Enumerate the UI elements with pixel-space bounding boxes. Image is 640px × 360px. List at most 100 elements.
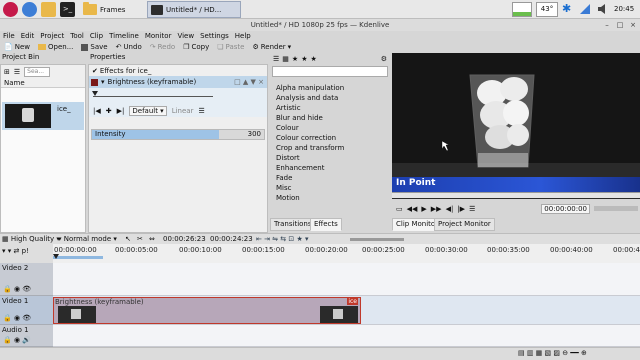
effect-category[interactable]: Blur and hide	[270, 113, 390, 123]
effect-category[interactable]: Misc	[270, 183, 390, 193]
zoom-icon[interactable]: ▭	[396, 205, 403, 213]
menu-view[interactable]: View	[174, 31, 197, 41]
monitor-menu-icon[interactable]: ☰	[469, 205, 475, 213]
monitor-timecode[interactable]: 00:00:00:00	[541, 203, 590, 214]
quality-select[interactable]: ▦ High Quality ▾	[2, 235, 60, 244]
track-settings-icon[interactable]: ▾ ▾ ⇄ p!	[2, 247, 29, 255]
open-button[interactable]: Open...	[34, 41, 77, 53]
forward-icon[interactable]: ▶▶	[431, 205, 442, 213]
track-controls[interactable]: 🔒 ◉ 👁	[3, 314, 31, 322]
render-button[interactable]: ⚙ Render ▾	[248, 41, 295, 53]
effect-category[interactable]: Enhancement	[270, 163, 390, 173]
taskbar-frames[interactable]: Frames	[79, 1, 145, 18]
tab-transitions[interactable]: Transitions	[270, 218, 316, 231]
track-lane-audio1[interactable]	[53, 325, 640, 347]
effect-category[interactable]: Motion	[270, 193, 390, 203]
track-controls[interactable]: 🔒 ◉ 🔊	[3, 336, 31, 344]
menu-monitor[interactable]: Monitor	[142, 31, 175, 41]
play-icon[interactable]: ▶	[421, 205, 426, 213]
keyframe-menu-icon[interactable]: ☰	[198, 107, 204, 115]
track-header-video1[interactable]: Video 1 🔒 ◉ 👁	[0, 296, 53, 325]
web-browser-icon[interactable]	[22, 2, 37, 17]
menu-timeline[interactable]: Timeline	[106, 31, 142, 41]
timeline-zoom-slider[interactable]	[350, 238, 404, 241]
track-lane-video1[interactable]: Brightness (keyframable) ice	[53, 296, 640, 325]
track-controls[interactable]: 🔒 ◉ 👁	[3, 285, 31, 293]
rewind-icon[interactable]: ◀◀	[407, 205, 418, 213]
frame-back-icon[interactable]: ◀|	[446, 205, 454, 213]
effect-category[interactable]: Artistic	[270, 103, 390, 113]
menu-settings[interactable]: Settings	[197, 31, 232, 41]
bin-clip-item[interactable]: ice_	[2, 102, 84, 130]
volume-icon[interactable]	[597, 3, 609, 15]
window-titlebar[interactable]: Untitled* / HD 1080p 25 fps — Kdenlive –…	[0, 19, 640, 31]
frame-forward-icon[interactable]: |▶	[457, 205, 465, 213]
status-tools[interactable]: ▤ ▥ ▦ ▧ ▨ ⊖ ━━ ⊕	[518, 349, 587, 357]
interp-select[interactable]: Linear	[172, 107, 194, 115]
effect-category[interactable]: Colour correction	[270, 133, 390, 143]
effect-category[interactable]: Alpha manipulation	[270, 83, 390, 93]
keyframe-strip[interactable]	[89, 88, 267, 104]
effects-search-input[interactable]	[272, 66, 388, 77]
close-icon[interactable]: ×	[629, 21, 637, 29]
menu-clip[interactable]: Clip	[87, 31, 106, 41]
grid-view-icon[interactable]: ▦	[282, 55, 289, 63]
save-button[interactable]: Save	[77, 41, 111, 53]
next-keyframe-icon[interactable]: ▶|	[117, 107, 125, 115]
minimize-icon[interactable]: –	[603, 21, 611, 29]
menu-tool[interactable]: Tool	[67, 31, 87, 41]
network-icon[interactable]	[579, 3, 591, 15]
copy-button[interactable]: ❐ Copy	[179, 41, 213, 53]
paste-button[interactable]: ❏ Paste	[213, 41, 248, 53]
monitor-ruler[interactable]	[392, 192, 640, 198]
new-button[interactable]: 📄 New	[0, 41, 34, 53]
undo-button[interactable]: ↶ Undo	[112, 41, 146, 53]
raspberry-menu-icon[interactable]	[3, 2, 18, 17]
favorite-icon[interactable]: ★	[310, 55, 316, 63]
effect-category[interactable]: Analysis and data	[270, 93, 390, 103]
playhead[interactable]	[53, 254, 59, 259]
effect-category[interactable]: Distort	[270, 153, 390, 163]
track-lane-video2[interactable]	[53, 263, 640, 296]
monitor-volume-slider[interactable]	[594, 206, 638, 211]
zone-marker[interactable]	[53, 256, 103, 259]
terminal-icon[interactable]: >_	[60, 2, 75, 17]
effect-enable-icon[interactable]	[91, 78, 98, 86]
tab-project-monitor[interactable]: Project Monitor	[434, 218, 495, 231]
collapse-icon[interactable]: ▾	[101, 78, 105, 86]
add-keyframe-icon[interactable]: ✚	[106, 107, 112, 115]
star-icon[interactable]: ★	[301, 55, 307, 63]
tab-effects[interactable]: Effects	[310, 218, 342, 231]
bluetooth-icon[interactable]: ✱	[562, 2, 571, 15]
menu-project[interactable]: Project	[37, 31, 67, 41]
bin-view-icon[interactable]: ☰	[14, 68, 20, 76]
timeline-ruler[interactable]: 00:00:00:00 00:00:05:00 00:00:10:00 00:0…	[53, 244, 640, 263]
menu-edit[interactable]: Edit	[18, 31, 38, 41]
menu-help[interactable]: Help	[232, 31, 254, 41]
effect-category[interactable]: Fade	[270, 173, 390, 183]
effects-checkbox[interactable]: ✔	[92, 67, 98, 75]
menu-file[interactable]: File	[0, 31, 18, 41]
effect-actions[interactable]: □ ▲ ▼ ×	[234, 78, 267, 86]
track-header-video2[interactable]: Video 2 🔒 ◉ 👁	[0, 263, 53, 296]
list-view-icon[interactable]: ☰	[273, 55, 279, 63]
mode-select[interactable]: ▾ Normal mode ▾	[58, 235, 117, 244]
effect-category[interactable]: Crop and transform	[270, 143, 390, 153]
add-clip-icon[interactable]: ⊞	[4, 68, 10, 76]
star-filter-icon[interactable]: ★	[292, 55, 298, 63]
preset-select[interactable]: Default ▾	[129, 105, 167, 116]
video-preview[interactable]: In Point	[392, 53, 640, 199]
bin-search-field[interactable]: Sea...	[24, 66, 51, 77]
effects-settings-icon[interactable]: ⚙	[381, 55, 390, 63]
timeline-clip[interactable]: Brightness (keyframable) ice	[53, 297, 361, 324]
file-manager-icon[interactable]	[41, 2, 56, 17]
redo-button[interactable]: ↷ Redo	[146, 41, 179, 53]
intensity-slider[interactable]: Intensity 300	[91, 129, 265, 140]
prev-keyframe-icon[interactable]: |◀	[93, 107, 101, 115]
effect-header[interactable]: ▾ Brightness (keyframable) □ ▲ ▼ ×	[89, 76, 267, 88]
track-header-audio1[interactable]: Audio 1 🔒 ◉ 🔊	[0, 325, 53, 347]
effect-category[interactable]: Colour	[270, 123, 390, 133]
clock[interactable]: 20:45	[614, 5, 634, 13]
maximize-icon[interactable]: □	[616, 21, 624, 29]
taskbar-kdenlive[interactable]: Untitled* / HD...	[147, 1, 241, 18]
